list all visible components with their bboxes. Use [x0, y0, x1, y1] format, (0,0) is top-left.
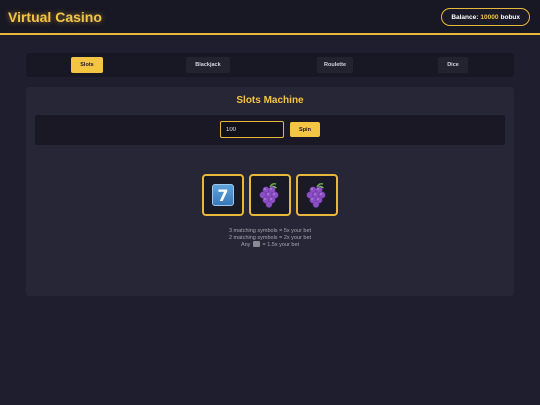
reel-1: 7 — [202, 174, 244, 216]
slots-panel: Slots Machine Spin 7 — [26, 87, 514, 296]
spin-button[interactable]: Spin — [290, 122, 320, 137]
game-tabs: Slots Blackjack Roulette Dice — [26, 53, 514, 77]
tab-blackjack[interactable]: Blackjack — [186, 57, 230, 73]
app-title: Virtual Casino — [8, 9, 102, 25]
payout-rule-any-prefix: Any — [240, 242, 251, 248]
slots-title: Slots Machine — [236, 95, 304, 106]
balance-unit: bobux — [500, 13, 521, 21]
tab-roulette[interactable]: Roulette — [317, 57, 353, 73]
balance-label: Balance: — [451, 13, 479, 21]
bet-controls: Spin — [35, 115, 505, 145]
reel-2 — [249, 174, 291, 216]
balance-amount: 10000 — [480, 13, 499, 21]
bet-input[interactable] — [220, 121, 284, 138]
payout-rule-any-suffix: = 1.5x your bet — [262, 242, 300, 248]
grapes-icon — [259, 183, 279, 208]
app-header: Virtual Casino Balance: 10000 bobux — [0, 0, 540, 35]
slot-symbol-icon — [252, 241, 260, 247]
grapes-icon — [306, 183, 326, 208]
payout-rules: 3 matching symbols = 5x your bet 2 match… — [26, 228, 514, 249]
payout-rule-any: Any = 1.5x your bet — [26, 241, 514, 249]
balance-badge: Balance: 10000 bobux — [441, 8, 530, 26]
slot-reels: 7 — [202, 174, 338, 216]
reel-3 — [296, 174, 338, 216]
seven-icon: 7 — [212, 184, 234, 206]
tab-dice[interactable]: Dice — [438, 57, 468, 73]
tab-slots[interactable]: Slots — [71, 57, 103, 73]
